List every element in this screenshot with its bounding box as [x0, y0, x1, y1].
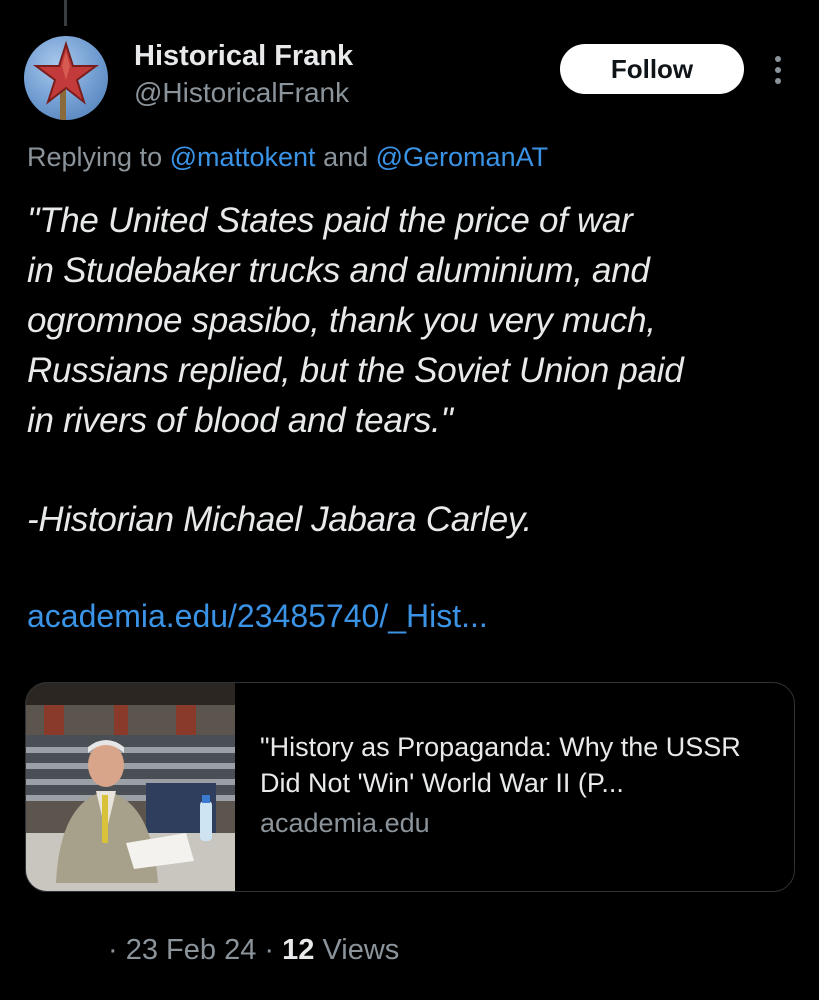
- meta-separator: ·: [264, 934, 275, 966]
- tweet-meta: · 23 Feb 24 · 12 Views: [108, 934, 399, 967]
- link-preview-thumbnail: [26, 683, 235, 891]
- follow-button[interactable]: Follow: [560, 44, 744, 94]
- link-preview-card[interactable]: "History as Propaganda: Why the USSR Did…: [25, 682, 795, 892]
- mention-link-geromanat[interactable]: @GeromanAT: [376, 142, 548, 172]
- lecture-hall-photo-icon: [26, 683, 235, 891]
- views-label: Views: [322, 934, 400, 966]
- link-preview-text: "History as Propaganda: Why the USSR Did…: [260, 729, 770, 841]
- tweet-url-link[interactable]: academia.edu/23485740/_Hist...: [27, 598, 488, 635]
- link-preview-title[interactable]: "History as Propaganda: Why the USSR Did…: [260, 729, 770, 801]
- replying-to-joiner: and: [315, 142, 376, 172]
- tweet-header: Historical Frank @HistoricalFrank Follow: [24, 34, 804, 124]
- replying-to-prefix: Replying to: [27, 142, 170, 172]
- thread-connector-line: [64, 0, 67, 26]
- avatar[interactable]: [24, 36, 108, 120]
- red-star-icon: [32, 40, 100, 120]
- mention-link-mattokent[interactable]: @mattokent: [170, 142, 316, 172]
- meta-separator: ·: [108, 934, 118, 966]
- tweet-attribution: -Historian Michael Jabara Carley.: [27, 500, 532, 539]
- author-names: Historical Frank @HistoricalFrank: [134, 38, 353, 110]
- author-handle[interactable]: @HistoricalFrank: [134, 76, 353, 110]
- more-vertical-icon[interactable]: [768, 52, 788, 88]
- link-preview-domain: academia.edu: [260, 808, 430, 838]
- tweet-date[interactable]: 23 Feb 24: [126, 934, 257, 966]
- author-display-name[interactable]: Historical Frank: [134, 38, 353, 74]
- views-count: 12: [282, 934, 315, 966]
- tweet-body: "The United States paid the price of war…: [27, 201, 684, 440]
- replying-to-line: Replying to @mattokent and @GeromanAT: [27, 142, 548, 173]
